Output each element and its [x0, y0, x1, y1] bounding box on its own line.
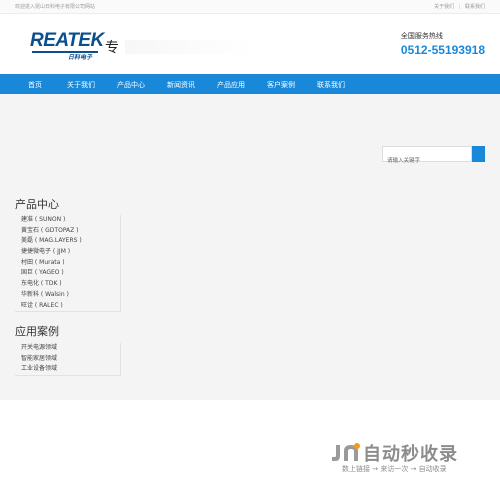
watermark-overlay: 自动秒收录 数上链接 → 来访一次 → 自动收录	[330, 440, 490, 476]
cases-section-title: 应用案例	[15, 325, 59, 338]
product-item[interactable]: 建准 ( SUNON )	[15, 215, 120, 226]
watermark-logo-icon	[332, 443, 360, 461]
cases-list: 开关电源领域 智能家居领域 工业设备领域	[15, 343, 121, 377]
product-item[interactable]: 旺诠 ( RALEC )	[15, 301, 120, 312]
product-item[interactable]: 黄宝石 ( GDTOPAZ )	[15, 226, 120, 237]
product-item[interactable]: 东电化 ( TDK )	[15, 279, 120, 290]
product-item[interactable]: 国巨 ( YAGEO )	[15, 268, 120, 279]
nav-item-news[interactable]: 新闻资讯	[167, 80, 195, 90]
hotline-label: 全国服务热线	[400, 32, 443, 40]
logo-cn-text: 日科电子	[68, 54, 93, 61]
search-button[interactable]	[472, 146, 485, 162]
product-item[interactable]: 美磊 ( MAG.LAYERS )	[15, 236, 120, 247]
header-slogan: 专	[105, 40, 119, 56]
nav-item-cases[interactable]: 客户案例	[267, 80, 295, 90]
top-links: 关于我们 | 联系我们	[431, 3, 485, 10]
search-input[interactable]	[383, 154, 471, 168]
nav-item-applications[interactable]: 产品应用	[217, 80, 245, 90]
slogan-banner-faded	[125, 40, 255, 54]
top-link-contact[interactable]: 联系我们	[465, 4, 485, 10]
top-link-about[interactable]: 关于我们	[434, 4, 454, 10]
products-list: 建准 ( SUNON ) 黄宝石 ( GDTOPAZ ) 美磊 ( MAG.LA…	[15, 215, 121, 313]
case-item[interactable]: 智能家居领域	[15, 354, 120, 365]
hotline-number: 0512-55193918	[400, 43, 485, 57]
top-link-separator: |	[458, 4, 461, 10]
logo-brand-text: REATEK	[30, 30, 104, 51]
watermark-text: 自动秒收录	[363, 444, 458, 465]
products-section-title: 产品中心	[15, 198, 59, 211]
watermark-subtext: 数上链接 → 来访一次 → 自动收录	[342, 465, 447, 473]
company-logo[interactable]: REATEK 日科电子	[30, 30, 104, 61]
main-navigation: 首页 关于我们 产品中心 新闻资讯 产品应用 客户案例 联系我们	[0, 74, 500, 94]
case-item[interactable]: 开关电源领域	[15, 343, 120, 354]
search-field-wrapper	[382, 146, 472, 168]
nav-item-products[interactable]: 产品中心	[117, 80, 145, 90]
product-item[interactable]: 华新科 ( Walsin )	[15, 290, 120, 301]
welcome-text: 欢迎进入昆山日科电子有限公司网站	[15, 4, 96, 10]
nav-item-contact[interactable]: 联系我们	[317, 80, 345, 90]
hotline-block: 全国服务热线 0512-55193918	[401, 31, 485, 57]
top-utility-bar: 欢迎进入昆山日科电子有限公司网站 关于我们 | 联系我们	[0, 0, 500, 14]
product-item[interactable]: 捷捷微电子 ( JJM )	[15, 247, 120, 258]
product-item[interactable]: 村田 ( Murata )	[15, 258, 120, 269]
nav-item-about[interactable]: 关于我们	[67, 80, 95, 90]
nav-item-home[interactable]: 首页	[28, 80, 42, 90]
case-item[interactable]: 工业设备领域	[15, 364, 120, 375]
